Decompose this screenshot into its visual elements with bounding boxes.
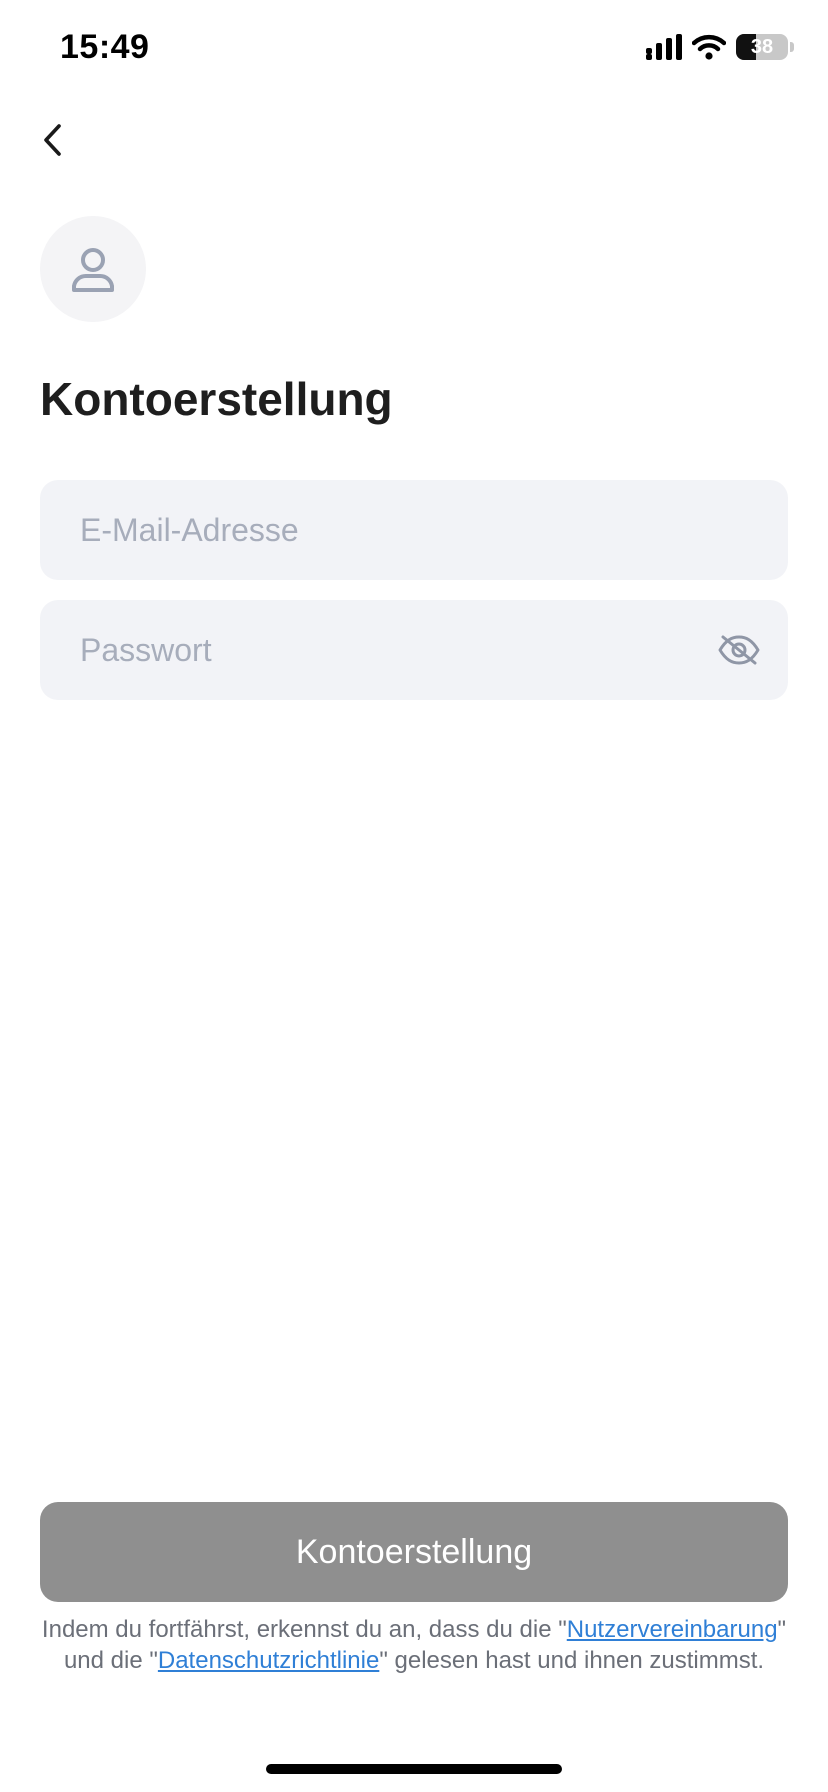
password-visibility-toggle[interactable] xyxy=(716,628,762,672)
password-field[interactable] xyxy=(40,600,788,700)
legal-notice: Indem du fortfährst, erkennst du an, das… xyxy=(40,1614,788,1676)
status-icons: 38 xyxy=(646,34,794,60)
user-icon xyxy=(72,248,114,292)
chevron-left-icon xyxy=(44,124,61,156)
eye-slash-icon xyxy=(718,635,760,665)
page-title: Kontoerstellung xyxy=(40,373,393,425)
battery-cap xyxy=(790,42,794,52)
battery-indicator: 38 xyxy=(736,34,788,60)
legal-suffix: " gelesen hast und ihnen zustimmst. xyxy=(379,1647,765,1674)
email-input[interactable] xyxy=(80,480,720,580)
home-indicator xyxy=(266,1764,562,1774)
user-agreement-link[interactable]: Nutzervereinbarung xyxy=(567,1616,778,1643)
back-button[interactable] xyxy=(24,112,80,168)
email-field[interactable] xyxy=(40,480,788,580)
password-input[interactable] xyxy=(80,600,720,700)
status-bar: 15:49 38 xyxy=(0,0,828,100)
privacy-policy-link[interactable]: Datenschutzrichtlinie xyxy=(158,1647,379,1674)
avatar xyxy=(40,216,146,322)
wifi-icon xyxy=(692,34,726,60)
status-time: 15:49 xyxy=(60,28,150,66)
cellular-signal-icon xyxy=(646,34,682,60)
battery-level: 38 xyxy=(750,35,774,58)
legal-prefix: Indem du fortfährst, erkennst du an, das… xyxy=(41,1616,567,1643)
create-account-button[interactable]: Kontoerstellung xyxy=(40,1502,788,1602)
